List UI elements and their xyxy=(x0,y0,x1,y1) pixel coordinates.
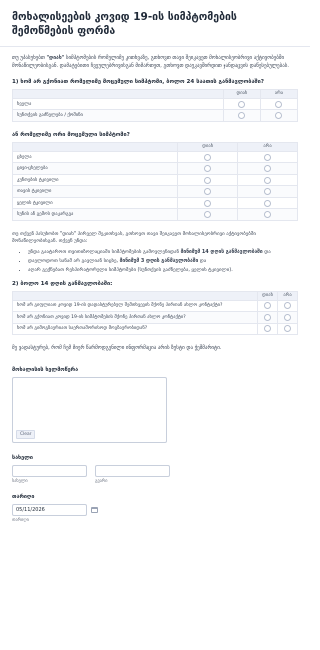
row-label: კუნთების ტკივილი xyxy=(11,173,179,187)
instruction-suffix: და xyxy=(262,249,271,256)
date-label: თარიღი xyxy=(12,493,35,500)
column-yes: დიახ xyxy=(222,88,261,99)
clear-signature-button[interactable]: Clear xyxy=(16,429,36,439)
column-no: არა xyxy=(277,290,298,301)
confirmation-text: მე ვადასტურებ, რომ ჩემ მიერ წარმოდგენილი… xyxy=(12,345,222,352)
first-name-input[interactable] xyxy=(12,464,87,477)
matrix-row: სუნის ან გემოს დაკარგვა xyxy=(11,208,298,221)
radio-yes[interactable] xyxy=(204,188,212,196)
signature-pad[interactable]: Clear xyxy=(12,376,167,443)
question-2-matrix: დიახ არა ცხელა ცივი-ცხელება კუნთების ტკი… xyxy=(11,141,298,221)
matrix-row: თავის ტკივილი xyxy=(11,185,298,198)
matrix-header-empty xyxy=(12,88,224,99)
radio-no[interactable] xyxy=(264,153,272,161)
radio-no[interactable] xyxy=(264,199,272,207)
last-name-input[interactable] xyxy=(95,464,170,477)
radio-no[interactable] xyxy=(264,176,272,184)
form-header: მოხალისეების კოვიდ 19-ის სიმპტომების შემ… xyxy=(0,0,310,48)
matrix-row: ცხელა xyxy=(11,150,298,164)
instructions-list: უნდა გაატაროთ თვითიზოლაციაში სიმპტომების… xyxy=(12,249,298,275)
matrix-row: კუნთების ტკივილი xyxy=(11,173,298,187)
calendar-icon[interactable] xyxy=(91,506,98,513)
row-label: ხომ არ გიფლიათ კოვიდ 19-ის დადასტურებულ … xyxy=(11,299,259,313)
question-1-matrix: დიახ არა ხველა სუნთქვის გაძნელება / ქოში… xyxy=(12,88,299,122)
intro-bold: "დიახ" xyxy=(46,55,65,62)
form-page: მოხალისეების კოვიდ 19-ის სიმპტომების შემ… xyxy=(0,0,310,650)
matrix-row: სუნთქვის გაძნელება / ქოშინი xyxy=(12,109,299,122)
column-no: არა xyxy=(237,141,298,152)
date-input[interactable]: 05/11/2026 xyxy=(12,503,87,516)
radio-yes[interactable] xyxy=(264,325,272,333)
question-3-title: 2) ბოლო 14 დღის განმავლობაში: xyxy=(12,280,113,287)
radio-no[interactable] xyxy=(264,211,272,219)
matrix-row: ყელის ტკივილი xyxy=(11,196,298,210)
question-3-matrix: დიახ არა ხომ არ გიფლიათ კოვიდ 19-ის დადა… xyxy=(11,290,298,336)
question-1-title: 1) ხომ არ გქონიათ რომელიმე მოცემული სიმპ… xyxy=(12,78,265,85)
radio-no[interactable] xyxy=(284,302,292,310)
row-label: ცხელა xyxy=(11,150,179,164)
row-label: სუნის ან გემოს დაკარგვა xyxy=(11,208,179,221)
instructions-text: თუ თქვენ პასუხობთ "დიახ" პირველ შეკითხვა… xyxy=(12,230,256,245)
radio-yes[interactable] xyxy=(204,176,212,184)
matrix-header-empty xyxy=(11,141,179,152)
radio-yes[interactable] xyxy=(264,313,272,321)
radio-yes[interactable] xyxy=(204,153,212,161)
instruction-text: აღარ გექნებათ რესპირატორული სიმპტომები (… xyxy=(28,266,233,273)
name-fields: სახელი გვარი xyxy=(12,464,298,484)
matrix-row: ცივი-ცხელება xyxy=(11,162,298,175)
instruction-bold: მინიმუმ 14 დღის განმავლობაში xyxy=(180,249,263,256)
radio-yes[interactable] xyxy=(264,302,272,310)
radio-yes[interactable] xyxy=(238,100,246,108)
radio-no[interactable] xyxy=(275,112,283,120)
instruction-text: უნდა გაატაროთ თვითიზოლაციაში სიმპტომების… xyxy=(28,249,181,256)
form-content: თუ უპასუხებთ "დიახ" სიმპტომების რომელიმე… xyxy=(0,47,310,523)
date-field: 05/11/2026 xyxy=(12,503,298,516)
question-2-title: ან რომელიმე ორი მოცემული სიმპტომი? xyxy=(12,131,130,138)
instruction-item: აღარ გექნებათ რესპირატორული სიმპტომები (… xyxy=(28,267,298,275)
radio-no[interactable] xyxy=(264,165,272,173)
row-label: ცივი-ცხელება xyxy=(11,162,179,175)
first-name-sublabel: სახელი xyxy=(12,478,28,484)
matrix-row: ხომ არ გიმოგზაურიათ საერთაშორისოდ მოგზაუ… xyxy=(11,322,298,336)
form-title: მოხალისეების კოვიდ 19-ის სიმპტომების შემ… xyxy=(12,11,237,38)
intro-prefix: თუ უპასუხებთ xyxy=(12,55,47,62)
column-yes: დიახ xyxy=(177,141,239,152)
row-label: ყელის ტკივილი xyxy=(11,196,179,210)
instruction-item: დაელოდოთ სანამ არ გავლიან სიცხე, მინიმუმ… xyxy=(28,258,298,266)
last-name-sublabel: გვარი xyxy=(95,478,108,484)
column-no: არა xyxy=(259,88,299,99)
row-label: ხველა xyxy=(12,97,224,111)
radio-no[interactable] xyxy=(275,100,283,108)
matrix-row: ხომ არ გიფლიათ კოვიდ 19-ის დადასტურებულ … xyxy=(11,299,298,313)
instruction-item: უნდა გაატაროთ თვითიზოლაციაში სიმპტომების… xyxy=(28,249,298,257)
row-label: თავის ტკივილი xyxy=(11,185,179,198)
radio-yes[interactable] xyxy=(204,199,212,207)
name-label: სახელი xyxy=(12,454,33,461)
signature-label: მოხალისის ხელმოწერა xyxy=(12,366,79,373)
matrix-header-empty xyxy=(11,290,259,301)
radio-no[interactable] xyxy=(284,313,292,321)
date-sublabel: თარიღი xyxy=(12,517,29,523)
radio-yes[interactable] xyxy=(204,211,212,219)
radio-no[interactable] xyxy=(264,188,272,196)
intro-text: თუ უპასუხებთ "დიახ" სიმპტომების რომელიმე… xyxy=(12,55,298,71)
row-label: სუნთქვის გაძნელება / ქოშინი xyxy=(12,109,224,122)
radio-yes[interactable] xyxy=(238,112,246,120)
row-label: ხომ არ გქონიათ კოვიდ 19-ის სიმპტომების მ… xyxy=(11,311,259,324)
column-yes: დიახ xyxy=(257,290,279,301)
radio-yes[interactable] xyxy=(204,165,212,173)
instruction-bold: მინიმუმ 3 დღის განმავლობაში xyxy=(119,257,199,264)
instruction-suffix: და xyxy=(198,257,207,264)
matrix-row: ხომ არ გქონიათ კოვიდ 19-ის სიმპტომების მ… xyxy=(11,311,298,324)
radio-no[interactable] xyxy=(284,325,292,333)
row-label: ხომ არ გიმოგზაურიათ საერთაშორისოდ მოგზაუ… xyxy=(11,322,259,336)
matrix-row: ხველა xyxy=(12,97,299,111)
instruction-text: დაელოდოთ სანამ არ გავლიან სიცხე, xyxy=(28,257,120,264)
